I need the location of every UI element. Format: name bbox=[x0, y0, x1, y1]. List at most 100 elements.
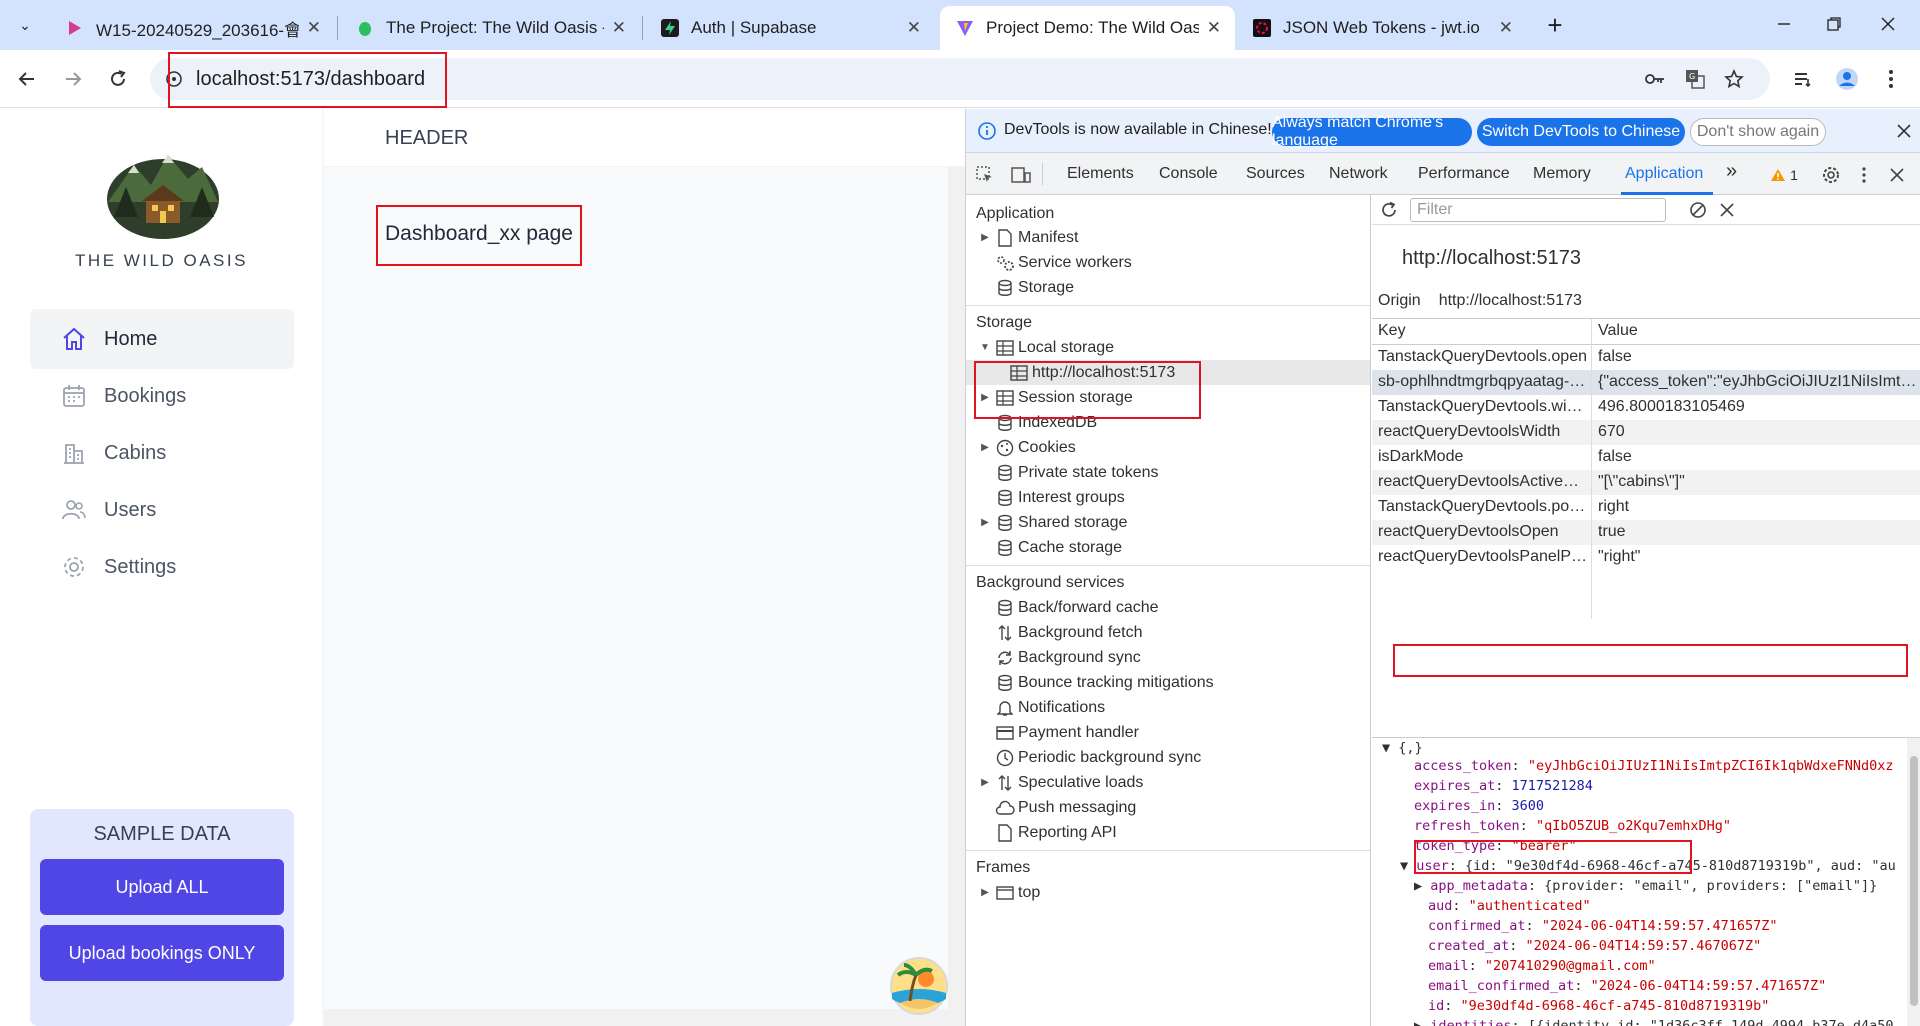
tree-item-private-state-tokens[interactable]: Private state tokens bbox=[966, 460, 1370, 485]
json-root[interactable]: ▼ {,} bbox=[1382, 740, 1423, 756]
browser-menu-button[interactable] bbox=[1876, 64, 1906, 94]
expand-arrow-icon[interactable]: ▶ bbox=[978, 392, 992, 403]
refresh-icon[interactable] bbox=[1380, 201, 1398, 219]
expand-arrow-icon[interactable]: ▶ bbox=[978, 777, 992, 788]
nav-bookings[interactable]: Bookings bbox=[30, 366, 294, 426]
inspect-element-icon[interactable] bbox=[974, 164, 996, 186]
json-line-identities[interactable]: ▶ identities: [{identity_id: "1d36c3ff-1… bbox=[1414, 1018, 1894, 1026]
minimize-button[interactable] bbox=[1756, 6, 1812, 42]
table-row[interactable]: reactQueryDevtoolsWidth 670 bbox=[1372, 420, 1920, 445]
column-header-key[interactable]: Key bbox=[1378, 322, 1588, 340]
browser-tab[interactable]: Auth | Supabase ✕ bbox=[645, 6, 935, 50]
bookmark-star-icon[interactable] bbox=[1722, 67, 1746, 91]
tree-item-reporting-api[interactable]: Reporting API bbox=[966, 820, 1370, 845]
reading-list-button[interactable] bbox=[1788, 64, 1818, 94]
forward-button[interactable] bbox=[58, 64, 88, 94]
tab-sources[interactable]: Sources bbox=[1246, 165, 1305, 183]
table-row[interactable]: reactQueryDevtoolsPanelPosition "right" bbox=[1372, 545, 1920, 570]
tree-item-frame-top[interactable]: ▶ top bbox=[966, 880, 1370, 905]
tree-item-speculative-loads[interactable]: ▶ Speculative loads bbox=[966, 770, 1370, 795]
json-line-app-metadata[interactable]: ▶ app_metadata: {provider: "email", prov… bbox=[1414, 878, 1877, 894]
match-language-button[interactable]: Always match Chrome's language bbox=[1272, 114, 1472, 149]
site-info-icon[interactable] bbox=[162, 67, 186, 91]
tab-elements[interactable]: Elements bbox=[1067, 165, 1134, 183]
dont-show-again-button[interactable]: Don't show again bbox=[1690, 118, 1826, 146]
device-toolbar-icon[interactable] bbox=[1010, 164, 1032, 186]
tab-memory[interactable]: Memory bbox=[1533, 165, 1591, 183]
expand-arrow-icon[interactable]: ▶ bbox=[978, 442, 992, 453]
tree-item-background-sync[interactable]: Background sync bbox=[966, 645, 1370, 670]
switch-chinese-button[interactable]: Switch DevTools to Chinese bbox=[1477, 118, 1685, 146]
tree-item-bounce-tracking[interactable]: Bounce tracking mitigations bbox=[966, 670, 1370, 695]
tree-item-payment-handler[interactable]: Payment handler bbox=[966, 720, 1370, 745]
delete-selected-icon[interactable] bbox=[1720, 203, 1734, 217]
back-button[interactable] bbox=[12, 64, 42, 94]
tree-item-indexeddb[interactable]: IndexedDB bbox=[966, 410, 1370, 435]
close-icon[interactable] bbox=[1897, 124, 1911, 138]
nav-home[interactable]: Home bbox=[30, 309, 294, 369]
table-row[interactable]: reactQueryDevtoolsOpen true bbox=[1372, 520, 1920, 545]
close-window-button[interactable] bbox=[1860, 6, 1916, 42]
table-row[interactable]: TanstackQueryDevtools.open false bbox=[1372, 345, 1920, 370]
tree-item-interest-groups[interactable]: Interest groups bbox=[966, 485, 1370, 510]
tree-item-storage[interactable]: Storage bbox=[966, 275, 1370, 300]
address-bar[interactable]: localhost:5173/dashboard G bbox=[150, 58, 1770, 100]
tree-item-periodic-sync[interactable]: Periodic background sync bbox=[966, 745, 1370, 770]
tree-item-cookies[interactable]: ▶ Cookies bbox=[966, 435, 1370, 460]
tree-item-notifications[interactable]: Notifications bbox=[966, 695, 1370, 720]
close-icon[interactable]: ✕ bbox=[1207, 18, 1221, 38]
tree-item-local-storage[interactable]: ▼ Local storage bbox=[966, 335, 1370, 360]
page-horizontal-scrollbar[interactable] bbox=[324, 1009, 948, 1026]
close-icon[interactable]: ✕ bbox=[907, 18, 921, 38]
json-line-user[interactable]: ▼ user: {id: "9e30df4d-6968-46cf-a745-81… bbox=[1400, 858, 1896, 874]
browser-tab-active[interactable]: Project Demo: The Wild Oasis ✕ bbox=[940, 6, 1235, 50]
issues-badge[interactable]: 1 bbox=[1762, 164, 1806, 186]
table-row[interactable]: isDarkMode false bbox=[1372, 445, 1920, 470]
tree-item-session-storage[interactable]: ▶ Session storage bbox=[966, 385, 1370, 410]
nav-cabins[interactable]: Cabins bbox=[30, 423, 294, 483]
filter-input[interactable]: Filter bbox=[1410, 198, 1666, 222]
tab-performance[interactable]: Performance bbox=[1418, 165, 1510, 183]
tree-item-shared-storage[interactable]: ▶ Shared storage bbox=[966, 510, 1370, 535]
close-icon[interactable]: ✕ bbox=[1499, 18, 1513, 38]
settings-gear-icon[interactable] bbox=[1820, 164, 1842, 186]
browser-tab[interactable]: The Project: The Wild Oasis - ✕ bbox=[340, 6, 640, 50]
tree-item-manifest[interactable]: ▶ Manifest bbox=[966, 225, 1370, 250]
tree-item-background-fetch[interactable]: Background fetch bbox=[966, 620, 1370, 645]
url-text[interactable]: localhost:5173/dashboard bbox=[196, 68, 425, 91]
collapse-arrow-icon[interactable]: ▼ bbox=[978, 342, 992, 353]
profile-button[interactable] bbox=[1832, 64, 1862, 94]
upload-all-button[interactable]: Upload ALL bbox=[40, 859, 284, 915]
column-header-value[interactable]: Value bbox=[1598, 322, 1918, 340]
reload-button[interactable] bbox=[103, 64, 133, 94]
close-icon[interactable]: ✕ bbox=[612, 18, 626, 38]
password-key-icon[interactable] bbox=[1643, 67, 1667, 91]
tree-item-service-workers[interactable]: Service workers bbox=[966, 250, 1370, 275]
devtools-menu-icon[interactable] bbox=[1853, 164, 1875, 186]
restore-button[interactable] bbox=[1806, 6, 1862, 42]
tab-search-button[interactable]: ⌄ bbox=[10, 10, 40, 40]
table-row[interactable]: reactQueryDevtoolsActiveQueryHash "[\"cab… bbox=[1372, 470, 1920, 495]
tab-network[interactable]: Network bbox=[1329, 165, 1388, 183]
close-icon[interactable]: ✕ bbox=[307, 18, 321, 38]
browser-tab[interactable]: JSON Web Tokens - jwt.io ✕ bbox=[1237, 6, 1527, 50]
page-vertical-scrollbar[interactable] bbox=[948, 167, 965, 1026]
expand-arrow-icon[interactable]: ▶ bbox=[978, 887, 992, 898]
table-row[interactable]: TanstackQueryDevtools.position right bbox=[1372, 495, 1920, 520]
table-row[interactable]: TanstackQueryDevtools.width 496.800018310… bbox=[1372, 395, 1920, 420]
tree-item-local-origin[interactable]: http://localhost:5173 bbox=[966, 360, 1370, 385]
query-devtools-toggle[interactable] bbox=[890, 957, 948, 1015]
tab-application[interactable]: Application bbox=[1625, 165, 1703, 183]
close-devtools-icon[interactable] bbox=[1886, 164, 1908, 186]
upload-bookings-button[interactable]: Upload bookings ONLY bbox=[40, 925, 284, 981]
nav-users[interactable]: Users bbox=[30, 480, 294, 540]
browser-tab[interactable]: W15-20240529_203616-會議 ✕ bbox=[50, 6, 335, 50]
more-tabs-icon[interactable]: » bbox=[1726, 160, 1737, 183]
translate-icon[interactable]: G bbox=[1683, 67, 1707, 91]
nav-settings[interactable]: Settings bbox=[30, 537, 294, 597]
tree-item-cache-storage[interactable]: Cache storage bbox=[966, 535, 1370, 560]
json-scrollbar-thumb[interactable] bbox=[1910, 756, 1918, 1006]
expand-arrow-icon[interactable]: ▶ bbox=[978, 232, 992, 243]
expand-arrow-icon[interactable]: ▶ bbox=[978, 517, 992, 528]
table-row-selected[interactable]: sb-ophlhndtmgrbqpyaatag-auth-token {"acce… bbox=[1372, 370, 1920, 395]
